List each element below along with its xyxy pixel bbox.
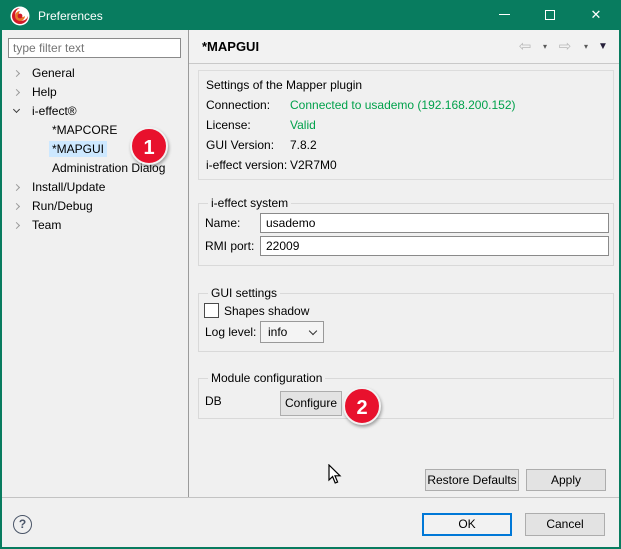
rmi-port-label: RMI port: [205,236,254,256]
footer-divider [2,497,619,498]
license-status: Valid [290,118,316,132]
tree-item-run-debug[interactable]: Run/Debug [2,197,187,216]
module-configuration-group: Module configuration DB Configure [198,378,614,419]
mouse-cursor-icon [328,464,342,485]
system-group: i-effect system Name: RMI port: [198,203,614,266]
configure-button[interactable]: Configure [280,391,342,416]
chevron-right-icon [13,222,20,229]
info-row-ieffect-version: i-effect version:V2R7M0 [206,155,337,175]
plugin-info-panel: Settings of the Mapper plugin Connection… [198,70,614,180]
panel-divider[interactable] [188,30,189,497]
ok-button[interactable]: OK [422,513,512,536]
system-group-title: i-effect system [208,196,291,211]
page-header: *MAPGUI ⇦ ▾ ⇨ ▾ ▼ [189,30,619,64]
chevron-right-icon [13,70,20,77]
name-label: Name: [205,213,240,233]
filter-input[interactable] [8,38,181,58]
apply-button[interactable]: Apply [526,469,606,491]
log-level-label: Log level: [205,322,256,342]
gui-settings-group: GUI settings Shapes shadow Log level: in… [198,293,614,352]
shapes-shadow-label: Shapes shadow [224,301,309,321]
info-row-connection: Connection:Connected to usademo (192.168… [206,95,516,115]
chevron-right-icon [13,89,20,96]
chevron-down-icon [13,106,20,113]
title-bar: Preferences ✕ [2,2,619,30]
minimize-button[interactable] [481,2,527,30]
page-title: *MAPGUI [202,30,259,64]
tree-item-help[interactable]: Help [2,83,187,102]
rmi-port-field[interactable] [260,236,609,256]
connection-status: Connected to usademo (192.168.200.152) [290,98,516,112]
annotation-badge-1: 1 [130,127,168,165]
minimize-icon [499,14,510,15]
forward-dropdown-icon[interactable]: ▾ [580,30,592,64]
info-row-gui-version: GUI Version:7.8.2 [206,135,317,155]
tree-item-i-effect[interactable]: i-effect® [2,102,187,121]
view-menu-icon[interactable]: ▼ [596,30,610,64]
chevron-right-icon [13,184,20,191]
gui-settings-group-title: GUI settings [208,286,280,301]
forward-icon[interactable]: ⇨ [555,30,575,64]
maximize-button[interactable] [527,2,573,30]
preferences-dialog: Preferences ✕ General Help i-effect® *MA… [0,0,621,549]
name-field[interactable] [260,213,609,233]
info-row-license: License:Valid [206,115,316,135]
dropdown-chevron-icon [309,327,317,335]
tree-item-install-update[interactable]: Install/Update [2,178,187,197]
restore-defaults-button[interactable]: Restore Defaults [425,469,519,491]
close-button[interactable]: ✕ [573,2,619,30]
db-label: DB [205,391,222,411]
shapes-shadow-checkbox[interactable] [204,303,219,318]
cancel-button[interactable]: Cancel [525,513,605,536]
chevron-right-icon [13,203,20,210]
maximize-icon [545,10,555,20]
tree-item-general[interactable]: General [2,64,187,83]
help-icon[interactable]: ? [13,515,32,534]
annotation-badge-2: 2 [343,387,381,425]
info-title: Settings of the Mapper plugin [206,75,362,95]
app-logo-icon [10,6,30,26]
back-icon[interactable]: ⇦ [515,30,535,64]
window-title: Preferences [38,2,103,30]
selected-tree-item: *MAPGUI [49,141,107,157]
log-level-select[interactable]: info [260,321,324,343]
back-dropdown-icon[interactable]: ▾ [539,30,551,64]
module-configuration-title: Module configuration [208,371,325,386]
tree-item-team[interactable]: Team [2,216,187,235]
